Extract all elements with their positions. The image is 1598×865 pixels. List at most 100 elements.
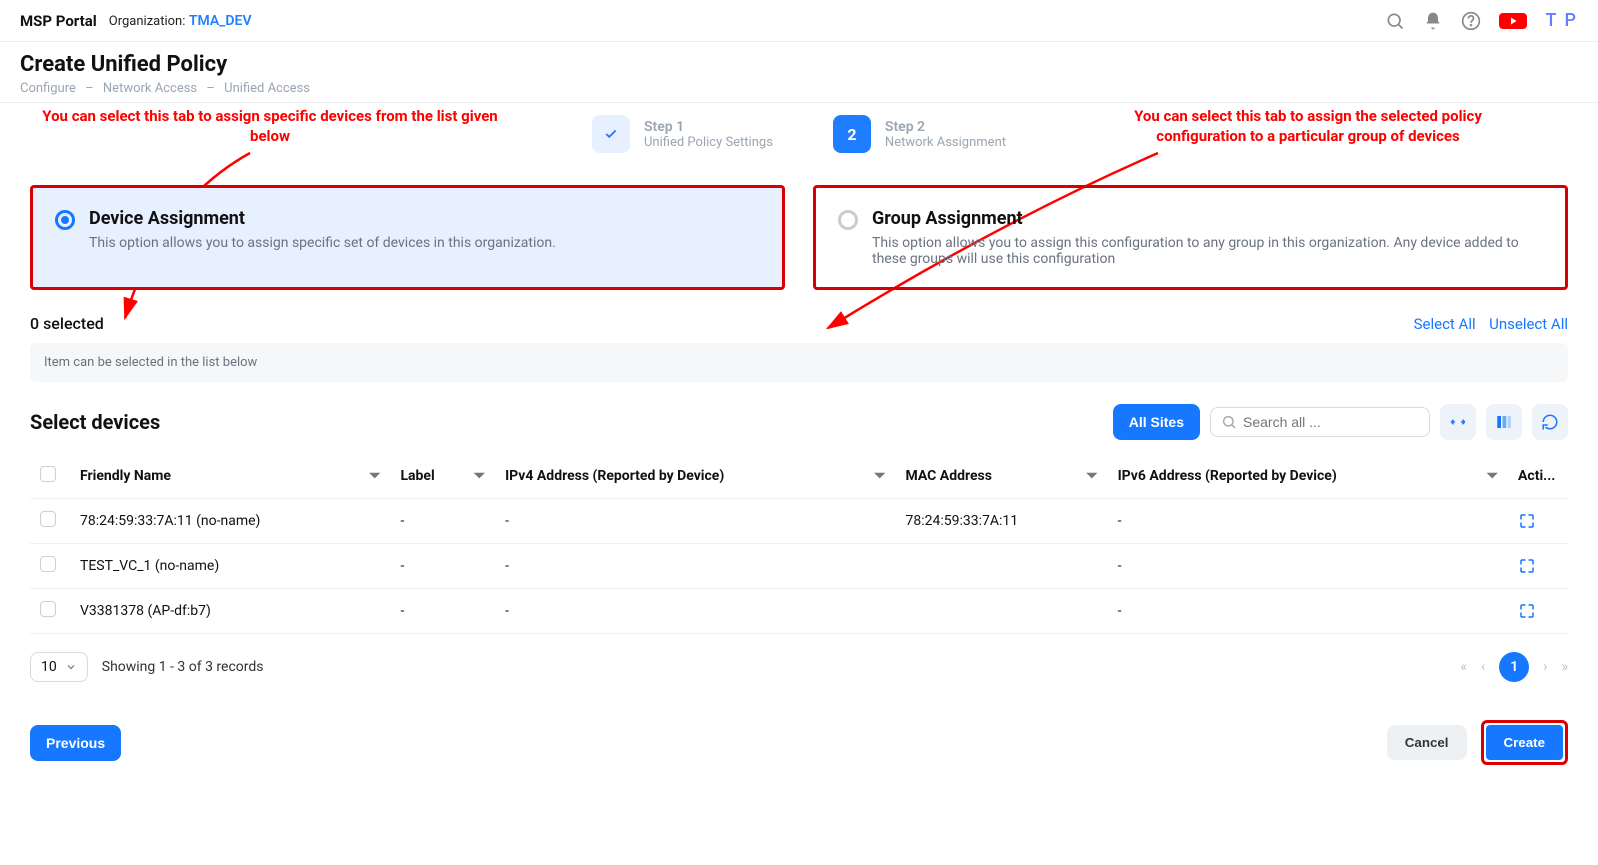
breadcrumb-sep: – — [85, 81, 94, 96]
page-title: Create Unified Policy — [20, 52, 1578, 77]
device-card-text: Device Assignment This option allows you… — [89, 208, 556, 251]
topbar-right: T P — [1385, 10, 1578, 31]
step-1[interactable]: Step 1 Unified Policy Settings — [592, 115, 773, 153]
filter-icon[interactable]: ⏷ — [1086, 468, 1097, 484]
content: Device Assignment This option allows you… — [0, 165, 1598, 702]
page-size-select[interactable]: 10 — [30, 652, 88, 682]
col-label: Friendly Name — [80, 468, 171, 484]
filter-icon[interactable]: ⏷ — [874, 468, 885, 484]
table-header-row: Friendly Name ⏷ Label ⏷ IPv4 Address (Repo… — [30, 454, 1568, 499]
device-card-title: Device Assignment — [89, 208, 556, 229]
step-2[interactable]: 2 Step 2 Network Assignment — [833, 115, 1006, 153]
selection-row: 0 selected Select All Unselect All — [30, 314, 1568, 333]
col-ipv4[interactable]: IPv4 Address (Reported by Device)⏷ — [495, 454, 895, 499]
cell-ipv6: - — [1108, 544, 1508, 589]
pager-first[interactable]: « — [1460, 659, 1467, 675]
row-checkbox[interactable] — [40, 556, 56, 572]
col-label: Acti... — [1518, 468, 1555, 484]
columns-icon[interactable] — [1486, 404, 1522, 440]
pager-nav: « ‹ 1 › » — [1460, 652, 1568, 682]
checkbox-all[interactable] — [40, 466, 56, 482]
cell-ipv4: - — [495, 499, 895, 544]
expand-row-icon[interactable] — [1518, 512, 1558, 530]
table-row: 78:24:59:33:7A:11 (no-name) - - 78:24:59… — [30, 499, 1568, 544]
group-card-text: Group Assignment This option allows you … — [872, 208, 1543, 267]
cell-label: - — [390, 499, 495, 544]
previous-button[interactable]: Previous — [30, 725, 121, 761]
unselect-all-link[interactable]: Unselect All — [1489, 315, 1568, 333]
group-assignment-card[interactable]: Group Assignment This option allows you … — [813, 185, 1568, 290]
device-assignment-card[interactable]: Device Assignment This option allows you… — [30, 185, 785, 290]
select-all-link[interactable]: Select All — [1414, 315, 1476, 333]
create-button[interactable]: Create — [1486, 725, 1564, 760]
cell-ipv6: - — [1108, 499, 1508, 544]
cell-mac — [895, 544, 1107, 589]
expand-row-icon[interactable] — [1518, 602, 1558, 620]
avatar[interactable]: T P — [1545, 10, 1578, 31]
create-button-highlight: Create — [1481, 720, 1569, 765]
pager-current[interactable]: 1 — [1499, 652, 1529, 682]
expand-row-icon[interactable] — [1518, 557, 1558, 575]
cell-ipv6: - — [1108, 589, 1508, 634]
devices-tools: All Sites — [1113, 404, 1568, 440]
step-1-subtitle: Unified Policy Settings — [644, 135, 773, 150]
stepper: Step 1 Unified Policy Settings 2 Step 2 … — [20, 115, 1578, 153]
cell-mac: 78:24:59:33:7A:11 — [895, 499, 1107, 544]
org-wrap: Organization: TMA_DEV — [109, 13, 252, 29]
breadcrumb-2[interactable]: Network Access — [103, 81, 197, 96]
hint-bar: Item can be selected in the list below — [30, 343, 1568, 382]
page-header: Create Unified Policy Configure – Networ… — [0, 42, 1598, 103]
filter-icon[interactable]: ⏷ — [474, 468, 485, 484]
col-friendly-name[interactable]: Friendly Name ⏷ — [70, 454, 390, 499]
refresh-icon[interactable] — [1532, 404, 1568, 440]
cancel-button[interactable]: Cancel — [1387, 725, 1467, 760]
selected-count: 0 selected — [30, 314, 104, 333]
search-input[interactable] — [1243, 414, 1424, 430]
pager-next[interactable]: › — [1543, 659, 1547, 675]
all-sites-button[interactable]: All Sites — [1113, 404, 1200, 440]
help-icon[interactable] — [1461, 11, 1481, 31]
youtube-icon[interactable] — [1499, 13, 1527, 29]
pager: 10 Showing 1 - 3 of 3 records « ‹ 1 › » — [30, 652, 1568, 682]
cell-name: TEST_VC_1 (no-name) — [70, 544, 390, 589]
pager-prev[interactable]: ‹ — [1481, 659, 1485, 675]
radio-group[interactable] — [838, 210, 858, 230]
org-value[interactable]: TMA_DEV — [189, 13, 252, 29]
expand-columns-icon[interactable] — [1440, 404, 1476, 440]
page-size-value: 10 — [41, 659, 57, 675]
cell-ipv4: - — [495, 589, 895, 634]
step-2-subtitle: Network Assignment — [885, 135, 1006, 150]
devices-table: Friendly Name ⏷ Label ⏷ IPv4 Address (Repo… — [30, 454, 1568, 634]
bell-icon[interactable] — [1423, 11, 1443, 31]
group-card-title: Group Assignment — [872, 208, 1543, 229]
device-card-desc: This option allows you to assign specifi… — [89, 235, 556, 251]
pager-last[interactable]: » — [1561, 659, 1568, 675]
col-label: Label — [400, 468, 434, 484]
devices-header: Select devices All Sites — [30, 404, 1568, 440]
col-ipv6[interactable]: IPv6 Address (Reported by Device) ⏷ — [1108, 454, 1508, 499]
cell-ipv4: - — [495, 544, 895, 589]
col-mac[interactable]: MAC Address ⏷ — [895, 454, 1107, 499]
row-checkbox[interactable] — [40, 601, 56, 617]
col-label: IPv6 Address (Reported by Device) — [1118, 468, 1337, 484]
step-2-title: Step 2 — [885, 119, 1006, 135]
col-label[interactable]: Label ⏷ — [390, 454, 495, 499]
stepper-area: You can select this tab to assign specif… — [0, 103, 1598, 165]
org-label: Organization: — [109, 14, 186, 29]
cell-mac — [895, 589, 1107, 634]
breadcrumb-3[interactable]: Unified Access — [224, 81, 310, 96]
filter-icon[interactable]: ⏷ — [1487, 468, 1498, 484]
radio-device[interactable] — [55, 210, 75, 230]
filter-icon[interactable]: ⏷ — [369, 468, 380, 484]
step-1-title: Step 1 — [644, 119, 773, 135]
row-checkbox[interactable] — [40, 511, 56, 527]
search-box[interactable] — [1210, 407, 1430, 437]
search-icon[interactable] — [1385, 11, 1405, 31]
table-row: V3381378 (AP-df:b7) - - - — [30, 589, 1568, 634]
step-2-texts: Step 2 Network Assignment — [885, 119, 1006, 150]
portal-name: MSP Portal — [20, 12, 97, 30]
breadcrumb-1[interactable]: Configure — [20, 81, 76, 96]
col-label: MAC Address — [905, 468, 991, 484]
chevron-down-icon — [65, 661, 77, 673]
breadcrumb: Configure – Network Access – Unified Acc… — [20, 81, 1578, 96]
